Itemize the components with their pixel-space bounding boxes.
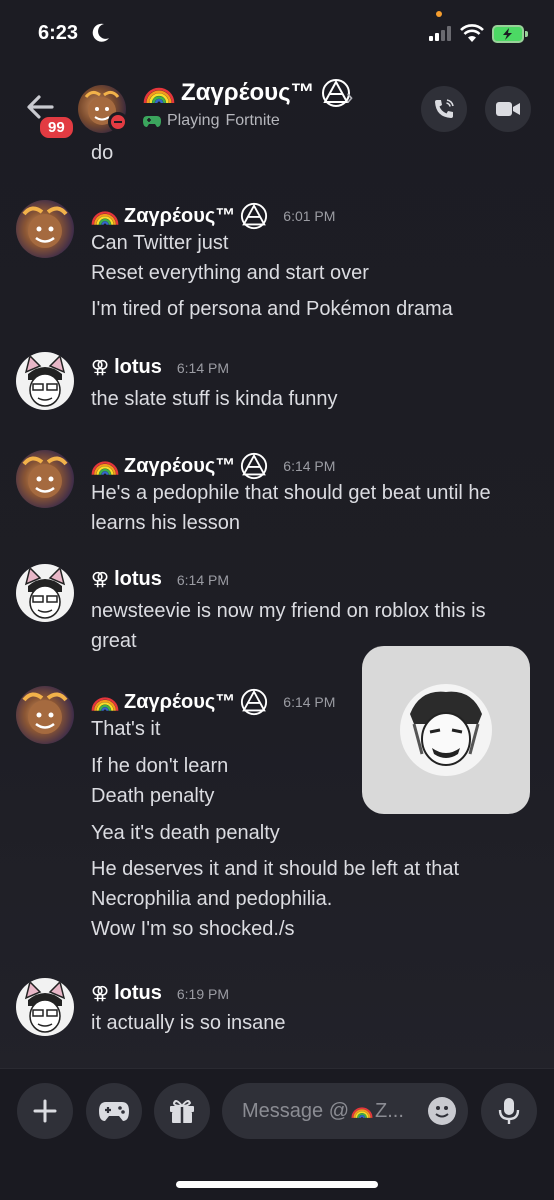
message-input[interactable]: Message @ Ζ... bbox=[222, 1083, 468, 1139]
clock: 6:23 bbox=[38, 22, 79, 44]
message-text: If he don't learn bbox=[91, 755, 229, 777]
message-text: Wow I'm so shocked./s bbox=[91, 918, 295, 940]
avatar[interactable] bbox=[16, 450, 74, 508]
message-text: great bbox=[91, 630, 137, 652]
message-text: Death penalty bbox=[91, 785, 215, 807]
home-indicator bbox=[176, 1181, 378, 1188]
message-text: the slate stuff is kinda funny bbox=[91, 388, 338, 410]
gender-symbol-icon: ⚢ bbox=[91, 983, 110, 1003]
microphone-icon bbox=[498, 1098, 520, 1124]
chevron-right-icon[interactable]: › bbox=[346, 84, 353, 110]
channel-title[interactable]: Ζαγρέους™ bbox=[143, 78, 351, 108]
message-text: Can Twitter just bbox=[91, 232, 229, 254]
message-text: it actually is so insane bbox=[91, 1012, 286, 1034]
unread-badge: 99 bbox=[37, 114, 76, 141]
message-author[interactable]: ⚢ lotus 6:19 PM bbox=[91, 982, 229, 1005]
gift-icon bbox=[170, 1100, 194, 1123]
avatar[interactable] bbox=[16, 978, 74, 1036]
message-author[interactable]: Ζαγρέους™ 6:14 PM bbox=[91, 688, 335, 716]
message-timestamp: 6:14 PM bbox=[176, 571, 230, 588]
rainbow-flag-icon bbox=[91, 211, 119, 225]
gamepad-icon bbox=[99, 1102, 129, 1121]
message-timestamp: 6:19 PM bbox=[176, 985, 230, 1002]
video-call-button[interactable] bbox=[485, 86, 531, 132]
pip-avatar bbox=[400, 684, 492, 776]
avatar[interactable] bbox=[16, 686, 74, 744]
delta-symbol-icon bbox=[241, 202, 268, 230]
message-text: Yea it's death penalty bbox=[91, 822, 280, 844]
message-text: That's it bbox=[91, 718, 161, 740]
delta-symbol-icon bbox=[241, 688, 268, 716]
message-text: learns his lesson bbox=[91, 512, 240, 534]
rainbow-flag-icon bbox=[351, 1107, 373, 1118]
rainbow-flag-icon bbox=[91, 697, 119, 711]
message-text: Necrophilia and pedophilia. bbox=[91, 888, 333, 910]
channel-header: 99 Ζαγρέους™ › Playing Fortnite bbox=[0, 70, 554, 142]
message-text: He's a pedophile that should get beat un… bbox=[91, 482, 491, 504]
signal-icon bbox=[429, 26, 451, 41]
avatar[interactable] bbox=[16, 352, 74, 410]
message-timestamp: 6:14 PM bbox=[176, 359, 230, 376]
activity-status: Playing Fortnite bbox=[143, 112, 280, 130]
message-text: He deserves it and it should be left at … bbox=[91, 858, 459, 880]
voice-message-button[interactable] bbox=[481, 1083, 537, 1139]
message-author[interactable]: ⚢ lotus 6:14 PM bbox=[91, 568, 229, 591]
message-timestamp: 6:14 PM bbox=[283, 694, 336, 710]
rainbow-flag-icon bbox=[143, 87, 175, 103]
video-camera-icon bbox=[496, 102, 520, 116]
wifi-icon bbox=[460, 24, 484, 42]
avatar[interactable] bbox=[16, 200, 74, 258]
add-attachment-button[interactable] bbox=[17, 1083, 73, 1139]
voice-call-button[interactable] bbox=[421, 86, 467, 132]
gift-button[interactable] bbox=[154, 1083, 210, 1139]
message-text: I'm tired of persona and Pokémon drama bbox=[91, 298, 453, 320]
message-author[interactable]: Ζαγρέους™ 6:01 PM bbox=[91, 202, 335, 230]
emoji-icon[interactable] bbox=[428, 1097, 456, 1125]
message-text: newsteevie is now my friend on roblox th… bbox=[91, 600, 486, 622]
battery-icon bbox=[492, 25, 524, 43]
message-author[interactable]: ⚢ lotus 6:14 PM bbox=[91, 356, 229, 379]
privacy-indicator bbox=[436, 11, 442, 17]
avatar[interactable] bbox=[16, 564, 74, 622]
rainbow-flag-icon bbox=[91, 461, 119, 475]
delta-symbol-icon bbox=[241, 452, 268, 480]
gender-symbol-icon: ⚢ bbox=[91, 569, 110, 589]
message-author[interactable]: Ζαγρέους™ 6:14 PM bbox=[91, 452, 335, 480]
status-bar: 6:23 bbox=[0, 0, 554, 70]
moon-icon bbox=[92, 23, 109, 42]
dnd-status-icon bbox=[108, 112, 128, 132]
phone-icon bbox=[435, 99, 454, 118]
call-pip-window[interactable] bbox=[362, 646, 530, 814]
message-timestamp: 6:01 PM bbox=[283, 208, 336, 224]
gender-symbol-icon: ⚢ bbox=[91, 357, 110, 377]
activities-button[interactable] bbox=[86, 1083, 142, 1139]
message-timestamp: 6:14 PM bbox=[283, 458, 336, 474]
message-list[interactable]: do Ζαγρέους™ 6:01 PM Can Twitter just Re… bbox=[0, 142, 554, 1062]
message-text: do bbox=[91, 142, 114, 164]
plus-icon bbox=[33, 1099, 57, 1123]
message-text: Reset everything and start over bbox=[91, 262, 369, 284]
gamepad-icon bbox=[143, 116, 161, 127]
